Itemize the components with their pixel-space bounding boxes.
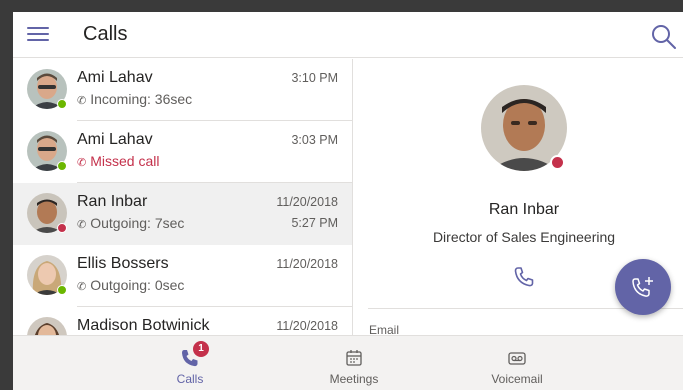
caller-name: Ami Lahav [77, 69, 153, 86]
hamburger-menu-icon[interactable] [27, 25, 49, 43]
search-icon[interactable] [651, 24, 677, 50]
presence-available-icon [57, 285, 67, 295]
app-screen: Calls Ami Lahav ✆ Incoming: 36sec 3:10 PM [13, 12, 683, 390]
call-status: ✆ Incoming: 36sec [77, 91, 193, 107]
caller-name: Madison Botwinick [77, 317, 210, 334]
presence-available-icon [57, 161, 67, 171]
outgoing-call-icon: ✆ [77, 281, 87, 293]
call-list-item-selected[interactable]: Ran Inbar ✆ Outgoing: 7sec 11/20/2018 5:2… [13, 183, 352, 245]
phone-call-icon[interactable] [512, 265, 536, 289]
tab-meetings-label: Meetings [329, 372, 379, 386]
call-status: ✆ Outgoing: 7sec [77, 215, 185, 231]
call-date: 11/20/2018 [276, 195, 338, 209]
contact-name: Ran Inbar [488, 201, 560, 218]
outgoing-call-icon: ✆ [77, 219, 87, 231]
presence-available-icon [57, 99, 67, 109]
caller-name: Ami Lahav [77, 131, 153, 148]
tab-voicemail[interactable]: Voicemail [457, 336, 577, 390]
call-date: 11/20/2018 [276, 319, 338, 333]
new-call-button[interactable] [615, 259, 671, 315]
call-time: 5:27 PM [291, 216, 338, 230]
call-list-item[interactable]: Ellis Bossers ✆ Outgoing: 0sec 11/20/2018 [13, 245, 352, 307]
call-status: ✆ Outgoing: 0sec [77, 277, 185, 293]
caller-name: Ran Inbar [77, 193, 148, 210]
call-history-list: Ami Lahav ✆ Incoming: 36sec 3:10 PM Ami L… [13, 59, 353, 335]
call-list-item[interactable]: Madison Botwinick 11/20/2018 [13, 307, 352, 335]
notification-badge: 1 [193, 341, 209, 357]
presence-busy-icon [550, 155, 565, 170]
call-list-item[interactable]: Ami Lahav ✆ Missed call 3:03 PM [13, 121, 352, 183]
page-title: Calls [83, 23, 128, 45]
tab-calls[interactable]: 1 Calls [130, 336, 250, 390]
tab-meetings[interactable]: Meetings [294, 336, 414, 390]
call-list-item[interactable]: Ami Lahav ✆ Incoming: 36sec 3:10 PM [13, 59, 352, 121]
incoming-call-icon: ✆ [77, 95, 87, 107]
call-status: ✆ Missed call [77, 153, 160, 169]
call-date: 11/20/2018 [276, 257, 338, 271]
voicemail-icon [507, 348, 527, 368]
contact-job-title: Director of Sales Engineering [432, 229, 616, 245]
add-call-icon [632, 277, 653, 297]
call-time: 3:03 PM [291, 133, 338, 147]
calendar-icon [344, 348, 364, 368]
tab-calls-label: Calls [176, 372, 204, 386]
presence-busy-icon [57, 223, 67, 233]
missed-call-icon: ✆ [77, 157, 87, 169]
call-time: 3:10 PM [291, 71, 338, 85]
caller-name: Ellis Bossers [77, 255, 169, 272]
bottom-navigation: 1 Calls Meetings Voicemail [13, 335, 683, 390]
app-header: Calls [13, 12, 683, 58]
tab-voicemail-label: Voicemail [491, 372, 543, 386]
avatar [27, 317, 67, 335]
